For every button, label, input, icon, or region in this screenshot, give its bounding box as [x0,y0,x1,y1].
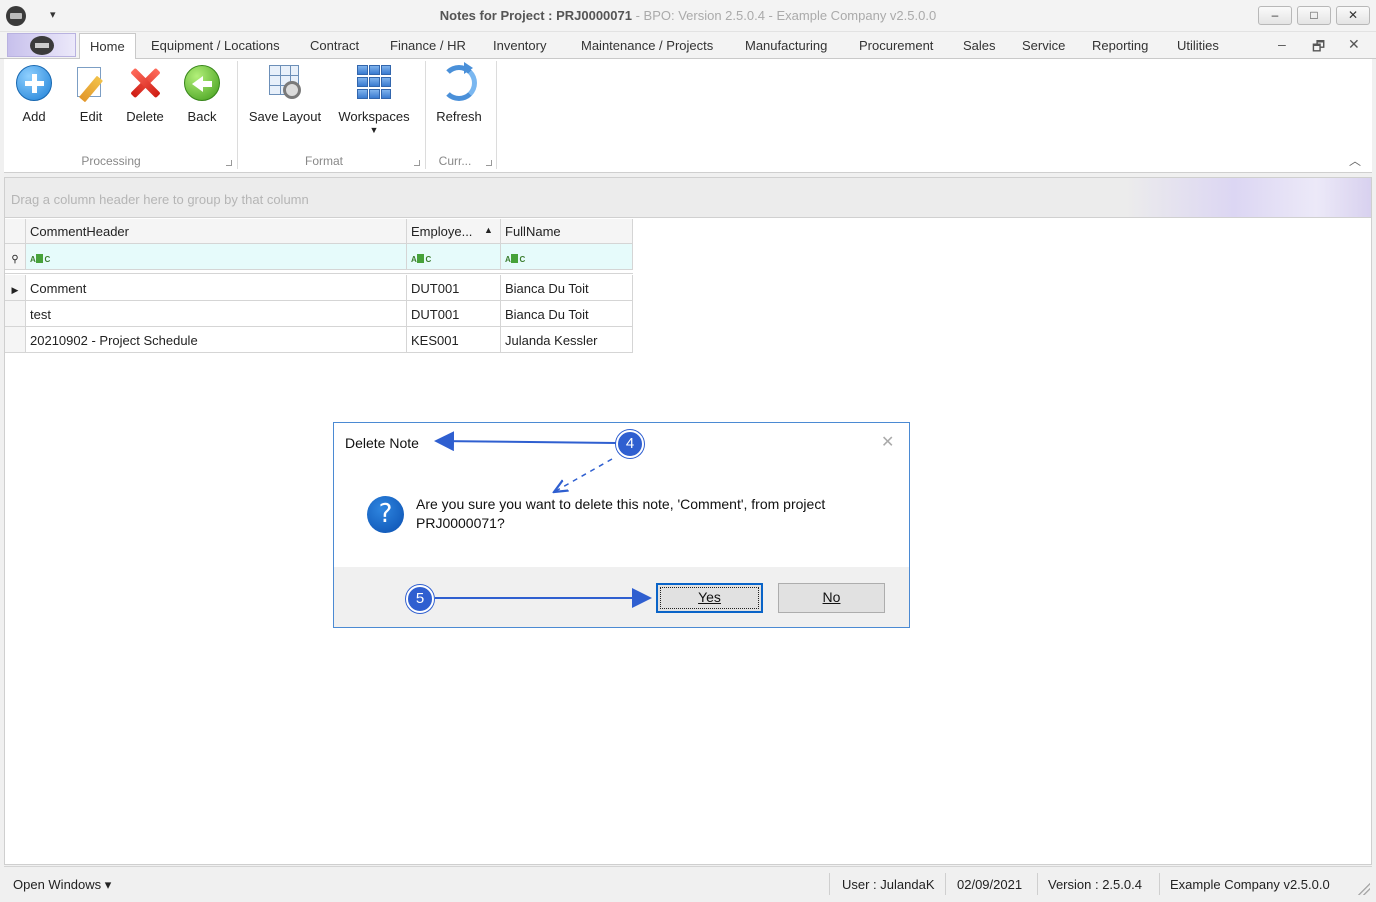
annotation-step-5: 5 [406,585,434,613]
open-windows-dropdown[interactable]: Open Windows ▾ [13,877,111,893]
status-version: Version : 2.5.0.4 [1048,877,1142,892]
status-company: Example Company v2.5.0.0 [1170,877,1330,892]
status-user: User : JulandaK [842,877,935,892]
resize-grip-icon[interactable] [1358,883,1370,895]
status-separator [1037,873,1038,895]
status-separator [945,873,946,895]
status-separator [1159,873,1160,895]
annotation-arrow-message [554,458,613,492]
annotation-overlay [434,431,652,608]
annotation-arrow-title [434,431,617,452]
status-bar: Open Windows ▾ User : JulandaK 02/09/202… [4,866,1372,900]
status-separator [829,873,830,895]
annotation-step-4: 4 [616,430,644,458]
status-date: 02/09/2021 [957,877,1023,892]
